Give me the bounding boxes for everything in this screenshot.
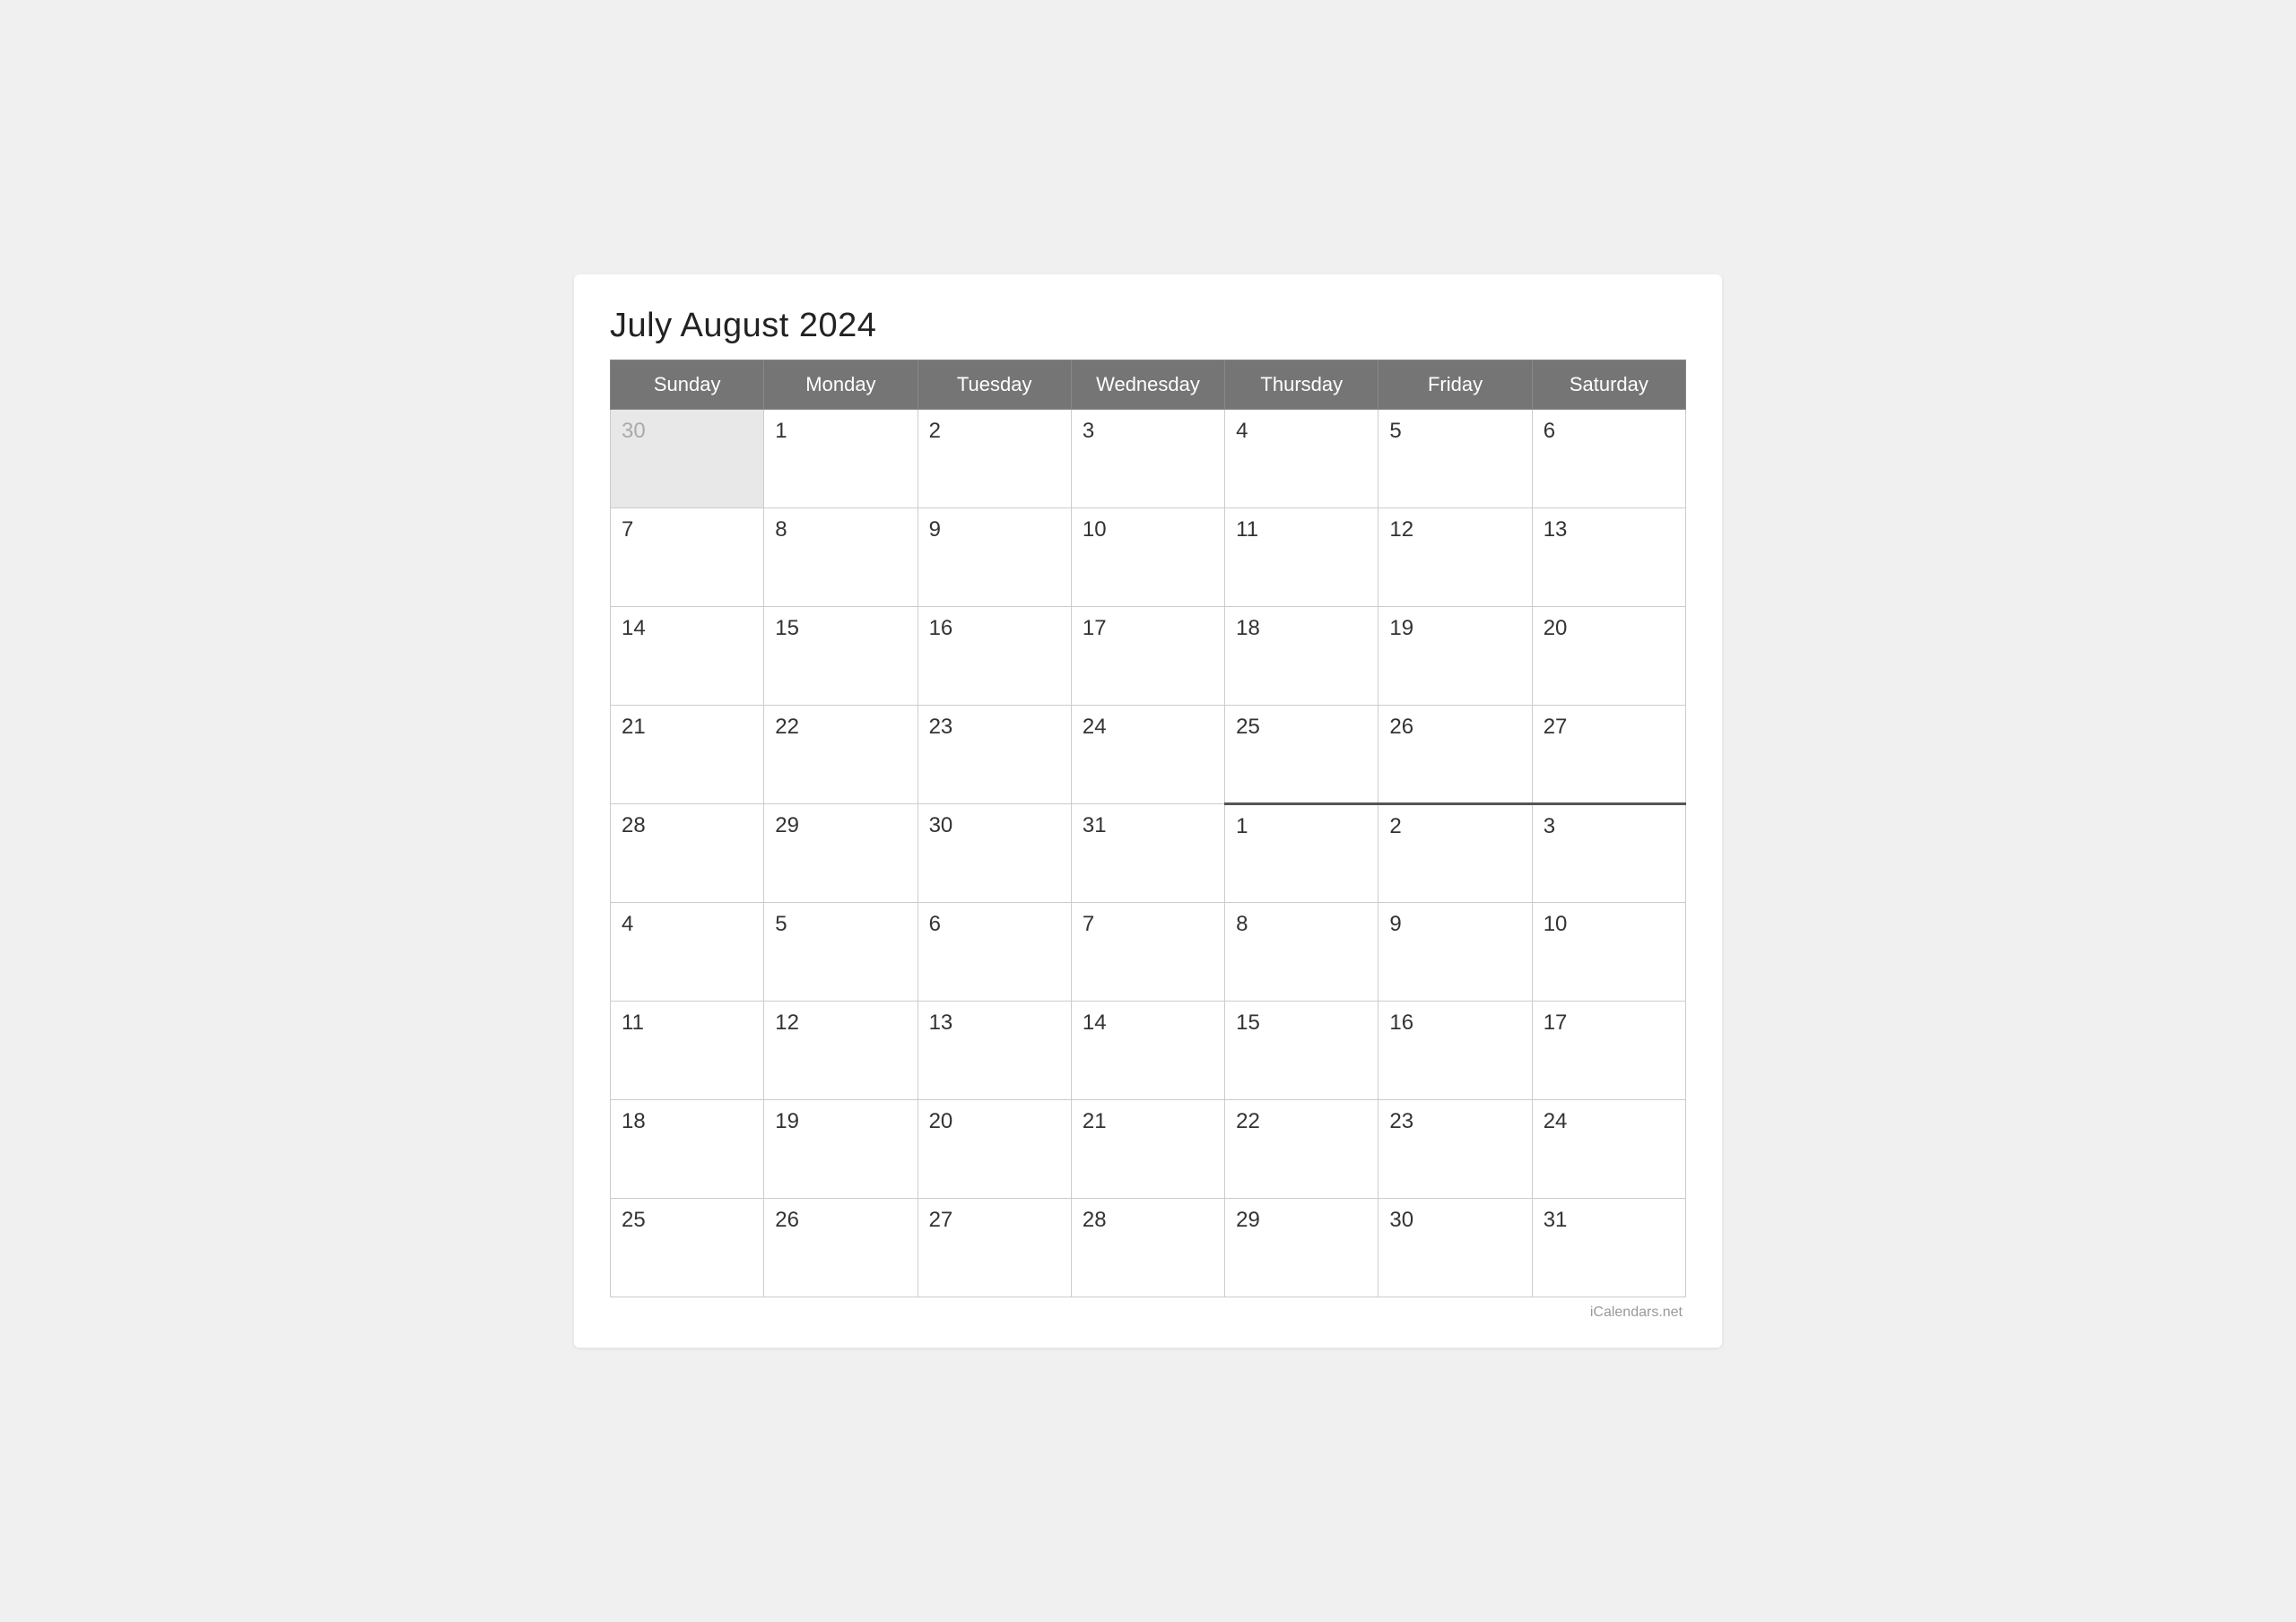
calendar-day[interactable]: 2 <box>918 410 1071 508</box>
header-row: SundayMondayTuesdayWednesdayThursdayFrid… <box>611 360 1686 410</box>
calendar-day[interactable]: 9 <box>918 508 1071 607</box>
calendar-day[interactable]: 14 <box>1071 1002 1224 1100</box>
calendar-day[interactable]: 22 <box>764 706 918 804</box>
week-row: 21222324252627 <box>611 706 1686 804</box>
calendar-day[interactable]: 25 <box>611 1199 764 1297</box>
calendar-day[interactable]: 28 <box>1071 1199 1224 1297</box>
calendar-day[interactable]: 4 <box>1225 410 1378 508</box>
calendar-day[interactable]: 14 <box>611 607 764 706</box>
calendar-day[interactable]: 1 <box>1225 804 1378 903</box>
calendar-day[interactable]: 23 <box>918 706 1071 804</box>
calendar-day[interactable]: 27 <box>1532 706 1685 804</box>
calendar-day[interactable]: 15 <box>764 607 918 706</box>
calendar-table: SundayMondayTuesdayWednesdayThursdayFrid… <box>610 360 1686 1297</box>
week-row: 30123456 <box>611 410 1686 508</box>
calendar-day[interactable]: 18 <box>1225 607 1378 706</box>
calendar-day[interactable]: 19 <box>1378 607 1532 706</box>
week-row: 45678910 <box>611 903 1686 1002</box>
calendar-day[interactable]: 2 <box>1378 804 1532 903</box>
calendar-day[interactable]: 12 <box>764 1002 918 1100</box>
calendar-day[interactable]: 16 <box>918 607 1071 706</box>
watermark: iCalendars.net <box>610 1305 1686 1321</box>
calendar-day[interactable]: 26 <box>764 1199 918 1297</box>
calendar-day[interactable]: 6 <box>1532 410 1685 508</box>
week-row: 25262728293031 <box>611 1199 1686 1297</box>
calendar-day[interactable]: 20 <box>1532 607 1685 706</box>
calendar-day[interactable]: 26 <box>1378 706 1532 804</box>
calendar-day[interactable]: 11 <box>611 1002 764 1100</box>
calendar-day[interactable]: 23 <box>1378 1100 1532 1199</box>
calendar-day[interactable]: 30 <box>1378 1199 1532 1297</box>
calendar-day[interactable]: 11 <box>1225 508 1378 607</box>
calendar-day[interactable]: 13 <box>918 1002 1071 1100</box>
calendar-day[interactable]: 30 <box>918 804 1071 903</box>
day-header-saturday: Saturday <box>1532 360 1685 410</box>
calendar-day[interactable]: 20 <box>918 1100 1071 1199</box>
day-header-thursday: Thursday <box>1225 360 1378 410</box>
calendar-day[interactable]: 8 <box>1225 903 1378 1002</box>
calendar-day[interactable]: 18 <box>611 1100 764 1199</box>
week-row: 78910111213 <box>611 508 1686 607</box>
calendar-day[interactable]: 17 <box>1071 607 1224 706</box>
calendar-day[interactable]: 10 <box>1071 508 1224 607</box>
day-header-wednesday: Wednesday <box>1071 360 1224 410</box>
calendar-day[interactable]: 4 <box>611 903 764 1002</box>
calendar-day[interactable]: 10 <box>1532 903 1685 1002</box>
calendar-title: July August 2024 <box>610 307 1686 345</box>
calendar-day[interactable]: 21 <box>1071 1100 1224 1199</box>
day-header-friday: Friday <box>1378 360 1532 410</box>
calendar-container: July August 2024 SundayMondayTuesdayWedn… <box>574 274 1722 1348</box>
week-row: 14151617181920 <box>611 607 1686 706</box>
calendar-day[interactable]: 31 <box>1532 1199 1685 1297</box>
calendar-day[interactable]: 6 <box>918 903 1071 1002</box>
calendar-day[interactable]: 9 <box>1378 903 1532 1002</box>
calendar-day[interactable]: 29 <box>1225 1199 1378 1297</box>
week-row: 28293031123 <box>611 804 1686 903</box>
day-header-tuesday: Tuesday <box>918 360 1071 410</box>
calendar-day[interactable]: 1 <box>764 410 918 508</box>
calendar-day[interactable]: 29 <box>764 804 918 903</box>
calendar-day[interactable]: 5 <box>764 903 918 1002</box>
calendar-day[interactable]: 19 <box>764 1100 918 1199</box>
calendar-day[interactable]: 7 <box>611 508 764 607</box>
calendar-day[interactable]: 16 <box>1378 1002 1532 1100</box>
calendar-day[interactable]: 30 <box>611 410 764 508</box>
calendar-day[interactable]: 3 <box>1071 410 1224 508</box>
week-row: 18192021222324 <box>611 1100 1686 1199</box>
week-row: 11121314151617 <box>611 1002 1686 1100</box>
calendar-day[interactable]: 17 <box>1532 1002 1685 1100</box>
calendar-day[interactable]: 31 <box>1071 804 1224 903</box>
calendar-day[interactable]: 21 <box>611 706 764 804</box>
calendar-day[interactable]: 7 <box>1071 903 1224 1002</box>
calendar-day[interactable]: 28 <box>611 804 764 903</box>
calendar-day[interactable]: 22 <box>1225 1100 1378 1199</box>
calendar-day[interactable]: 12 <box>1378 508 1532 607</box>
calendar-day[interactable]: 3 <box>1532 804 1685 903</box>
calendar-day[interactable]: 13 <box>1532 508 1685 607</box>
calendar-day[interactable]: 24 <box>1071 706 1224 804</box>
calendar-day[interactable]: 8 <box>764 508 918 607</box>
calendar-day[interactable]: 27 <box>918 1199 1071 1297</box>
calendar-day[interactable]: 24 <box>1532 1100 1685 1199</box>
calendar-day[interactable]: 15 <box>1225 1002 1378 1100</box>
day-header-monday: Monday <box>764 360 918 410</box>
day-header-sunday: Sunday <box>611 360 764 410</box>
calendar-day[interactable]: 5 <box>1378 410 1532 508</box>
calendar-body: 3012345678910111213141516171819202122232… <box>611 410 1686 1297</box>
calendar-day[interactable]: 25 <box>1225 706 1378 804</box>
